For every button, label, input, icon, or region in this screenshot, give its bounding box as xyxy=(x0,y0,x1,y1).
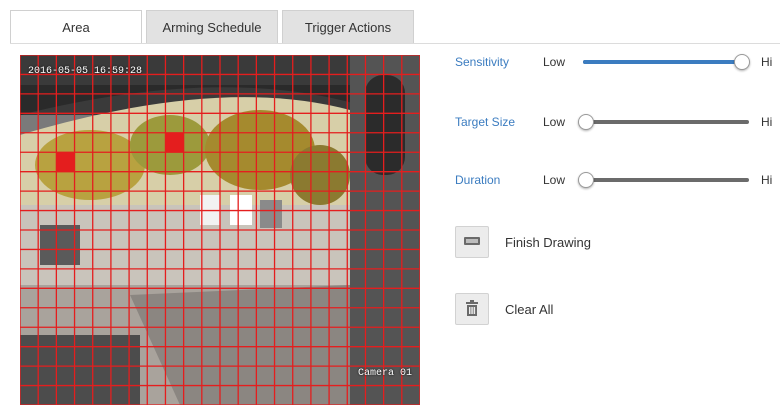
sensitivity-low-label: Low xyxy=(543,55,566,69)
filled-grid-cell[interactable] xyxy=(56,152,75,172)
duration-slider-row: Duration Low Hi xyxy=(455,170,772,190)
target-size-low-label: Low xyxy=(543,115,566,129)
clear-all-row: Clear All xyxy=(455,292,553,326)
target-size-slider-handle[interactable] xyxy=(578,114,595,130)
finish-drawing-row: Finish Drawing xyxy=(455,225,591,259)
target-size-label: Target Size xyxy=(455,115,516,129)
tab-bar: Area Arming Schedule Trigger Actions xyxy=(10,10,418,44)
trash-icon xyxy=(465,299,479,319)
duration-high-label: Hi xyxy=(761,173,773,187)
target-size-high-label: Hi xyxy=(761,115,773,129)
finish-drawing-label: Finish Drawing xyxy=(505,234,591,250)
eraser-icon xyxy=(463,235,481,250)
video-timestamp: 2016-05-05 16:59:28 xyxy=(28,66,143,77)
duration-low-label: Low xyxy=(543,173,566,187)
tab-divider xyxy=(10,43,780,44)
tab-arming-schedule[interactable]: Arming Schedule xyxy=(146,10,278,44)
sensitivity-slider-row: Sensitivity Low Hi xyxy=(455,52,772,72)
video-camera-name: Camera 01 xyxy=(357,368,412,379)
clear-all-button[interactable] xyxy=(455,293,489,325)
sensitivity-slider-handle[interactable] xyxy=(734,54,751,70)
sensitivity-slider[interactable] xyxy=(583,54,751,70)
duration-label: Duration xyxy=(455,173,501,187)
sensitivity-high-label: Hi xyxy=(761,55,773,69)
tab-area[interactable]: Area xyxy=(10,10,142,44)
clear-all-label: Clear All xyxy=(505,301,554,317)
filled-grid-cell[interactable] xyxy=(165,132,184,153)
sensitivity-label: Sensitivity xyxy=(455,55,510,69)
video-preview[interactable]: 2016-05-05 16:59:28 Camera 01 xyxy=(20,55,420,405)
duration-slider-handle[interactable] xyxy=(578,172,595,188)
finish-drawing-button[interactable] xyxy=(455,226,489,258)
target-size-slider[interactable] xyxy=(578,114,749,130)
duration-slider[interactable] xyxy=(578,172,749,188)
sensitivity-slider-fill xyxy=(583,60,743,64)
target-size-slider-row: Target Size Low Hi xyxy=(455,112,772,132)
tab-trigger-actions[interactable]: Trigger Actions xyxy=(282,10,414,44)
camera-scene xyxy=(20,55,420,405)
